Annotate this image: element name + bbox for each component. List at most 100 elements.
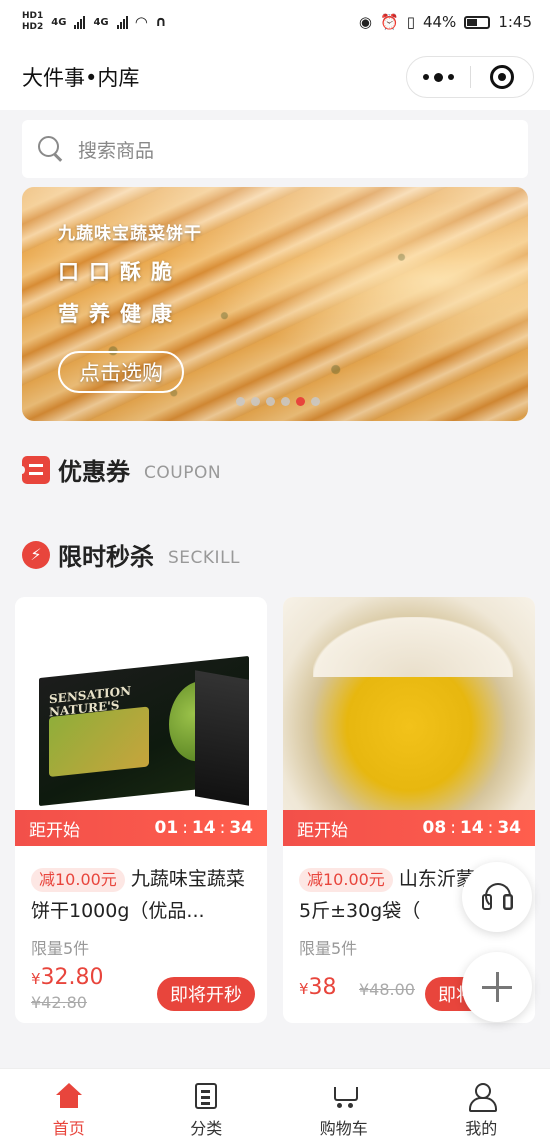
countdown-bar: 距开始 08 : 14 : 34 <box>283 810 535 846</box>
carousel-dot[interactable] <box>311 397 320 406</box>
network-label-2: 4G <box>93 16 109 28</box>
user-icon <box>467 1083 498 1112</box>
add-button[interactable] <box>462 952 532 1022</box>
battery-icon <box>464 15 491 29</box>
product-info: 减10.00元 九蔬味宝蔬菜饼干1000g（优品... 限量5件 <box>31 863 255 959</box>
lightning-icon: ⚡ <box>22 540 50 569</box>
countdown-seconds: 34 <box>497 818 521 838</box>
network-label-1: 4G <box>51 16 67 28</box>
limit-text: 限量5件 <box>31 939 90 958</box>
tab-cart-label: 购物车 <box>319 1119 368 1138</box>
tab-home-label: 首页 <box>52 1119 85 1138</box>
discount-tag: 减10.00元 <box>31 868 125 892</box>
carousel-indicator <box>236 397 320 406</box>
currency-symbol: ¥ <box>31 970 41 988</box>
battery-percent: 44% <box>422 13 457 31</box>
tab-me-label: 我的 <box>465 1119 498 1138</box>
signal-icon <box>74 15 86 29</box>
vibrate-icon: ▯ <box>406 13 415 31</box>
seckill-title: 限时秒杀 <box>58 543 154 571</box>
countdown-separator: : <box>182 818 188 838</box>
cart-icon <box>330 1083 358 1109</box>
banner-title: 九蔬味宝蔬菜饼干 <box>58 224 202 244</box>
coupon-subtitle: COUPON <box>144 462 222 483</box>
countdown-separator: : <box>219 818 226 838</box>
carousel-dot[interactable] <box>251 397 260 406</box>
more-dot-icon <box>447 74 454 80</box>
target-icon <box>489 65 514 89</box>
countdown-label: 距开始 <box>297 820 348 841</box>
hd-indicator: HD1 HD2 <box>22 11 43 33</box>
tab-me[interactable]: 我的 <box>413 1069 550 1142</box>
seckill-section-header[interactable]: ⚡ 限时秒杀 SECKILL <box>22 537 240 572</box>
countdown-minutes: 14 <box>191 818 216 838</box>
headset-icon <box>482 883 512 911</box>
tab-category-label: 分类 <box>190 1119 223 1138</box>
price-row: ¥32.80 ¥42.80 即将开秒 <box>31 965 255 1012</box>
discount-tag: 减10.00元 <box>299 868 393 892</box>
product-name-block[interactable]: 减10.00元 九蔬味宝蔬菜饼干1000g（优品... <box>31 863 255 927</box>
countdown-minutes: 14 <box>459 818 484 838</box>
price-value: 32.80 <box>40 965 104 990</box>
seckill-subtitle: SECKILL <box>168 547 241 568</box>
alarm-icon: ⏰ <box>380 13 399 31</box>
customer-service-button[interactable] <box>462 862 532 932</box>
countdown-timer: 01 : 14 : 34 <box>155 818 253 838</box>
countdown-bar: 距开始 01 : 14 : 34 <box>15 810 267 846</box>
countdown-label: 距开始 <box>29 820 80 841</box>
plus-icon <box>482 972 512 1002</box>
wifi-icon: ◠ <box>135 13 148 31</box>
tab-cart[interactable]: 购物车 <box>275 1069 413 1142</box>
status-bar: HD1 HD2 4G 4G ◠ ∩ ◉ ⏰ ▯ 44% 1:45 <box>0 0 550 44</box>
countdown-hours: 08 <box>422 818 447 838</box>
headphone-icon: ∩ <box>155 14 167 30</box>
close-miniprogram-button[interactable] <box>471 65 534 89</box>
banner-shop-button[interactable]: 点击选购 <box>58 351 184 393</box>
banner-line-1: 口口酥脆 <box>58 260 182 284</box>
more-dot-icon <box>433 72 443 82</box>
countdown-seconds: 34 <box>229 818 253 838</box>
tab-category[interactable]: 分类 <box>138 1069 276 1142</box>
countdown-hours: 01 <box>154 818 179 838</box>
hd1-label: HD1 <box>22 11 44 21</box>
currency-symbol: ¥ <box>299 980 309 998</box>
status-left: HD1 HD2 4G 4G ◠ ∩ <box>22 11 167 33</box>
coupon-title: 优惠券 <box>58 458 130 486</box>
product-card[interactable]: SENSATION NATURE'S 距开始 01 : 14 : 34 减10.… <box>15 597 267 1023</box>
price: ¥32.80 <box>31 965 104 990</box>
signal-icon-2 <box>116 15 128 29</box>
price: ¥38 <box>299 975 337 1000</box>
search-placeholder: 搜索商品 <box>78 139 155 162</box>
search-icon <box>38 136 64 162</box>
more-menu-button[interactable] <box>407 72 470 82</box>
more-dot-icon <box>422 74 429 80</box>
biscuit-box-side <box>195 670 249 806</box>
search-input[interactable]: 搜索商品 <box>22 120 528 178</box>
hd2-label: HD2 <box>22 22 44 32</box>
carousel-dot[interactable] <box>281 397 290 406</box>
coupon-icon <box>19 455 50 484</box>
nav-header: 大件事•内库 <box>0 44 550 110</box>
app-title: 大件事•内库 <box>22 66 140 90</box>
carousel-dot[interactable] <box>266 397 275 406</box>
price-value: 38 <box>308 975 337 1000</box>
coupon-section-header[interactable]: 优惠券 COUPON <box>19 452 222 487</box>
bottom-tab-bar: 首页 分类 购物车 我的 <box>0 1068 550 1142</box>
home-icon <box>55 1083 83 1109</box>
carousel-dot[interactable] <box>236 397 245 406</box>
clock-time: 1:45 <box>498 13 532 31</box>
category-icon <box>195 1083 218 1109</box>
carousel-dot-active[interactable] <box>296 397 305 406</box>
original-price: ¥48.00 <box>359 980 415 999</box>
status-right: ◉ ⏰ ▯ 44% 1:45 <box>359 13 532 31</box>
product-image[interactable] <box>283 597 535 813</box>
miniprogram-capsule <box>406 56 534 98</box>
original-price: ¥42.80 <box>31 993 87 1012</box>
seckill-button[interactable]: 即将开秒 <box>157 977 255 1011</box>
countdown-timer: 08 : 14 : 34 <box>423 818 521 838</box>
banner-text: 九蔬味宝蔬菜饼干 口口酥脆 营养健康 <box>58 219 202 328</box>
tab-home[interactable]: 首页 <box>0 1069 138 1142</box>
promo-banner[interactable]: 九蔬味宝蔬菜饼干 口口酥脆 营养健康 点击选购 <box>22 187 528 421</box>
countdown-separator: : <box>487 818 494 838</box>
product-image[interactable]: SENSATION NATURE'S <box>15 597 267 813</box>
